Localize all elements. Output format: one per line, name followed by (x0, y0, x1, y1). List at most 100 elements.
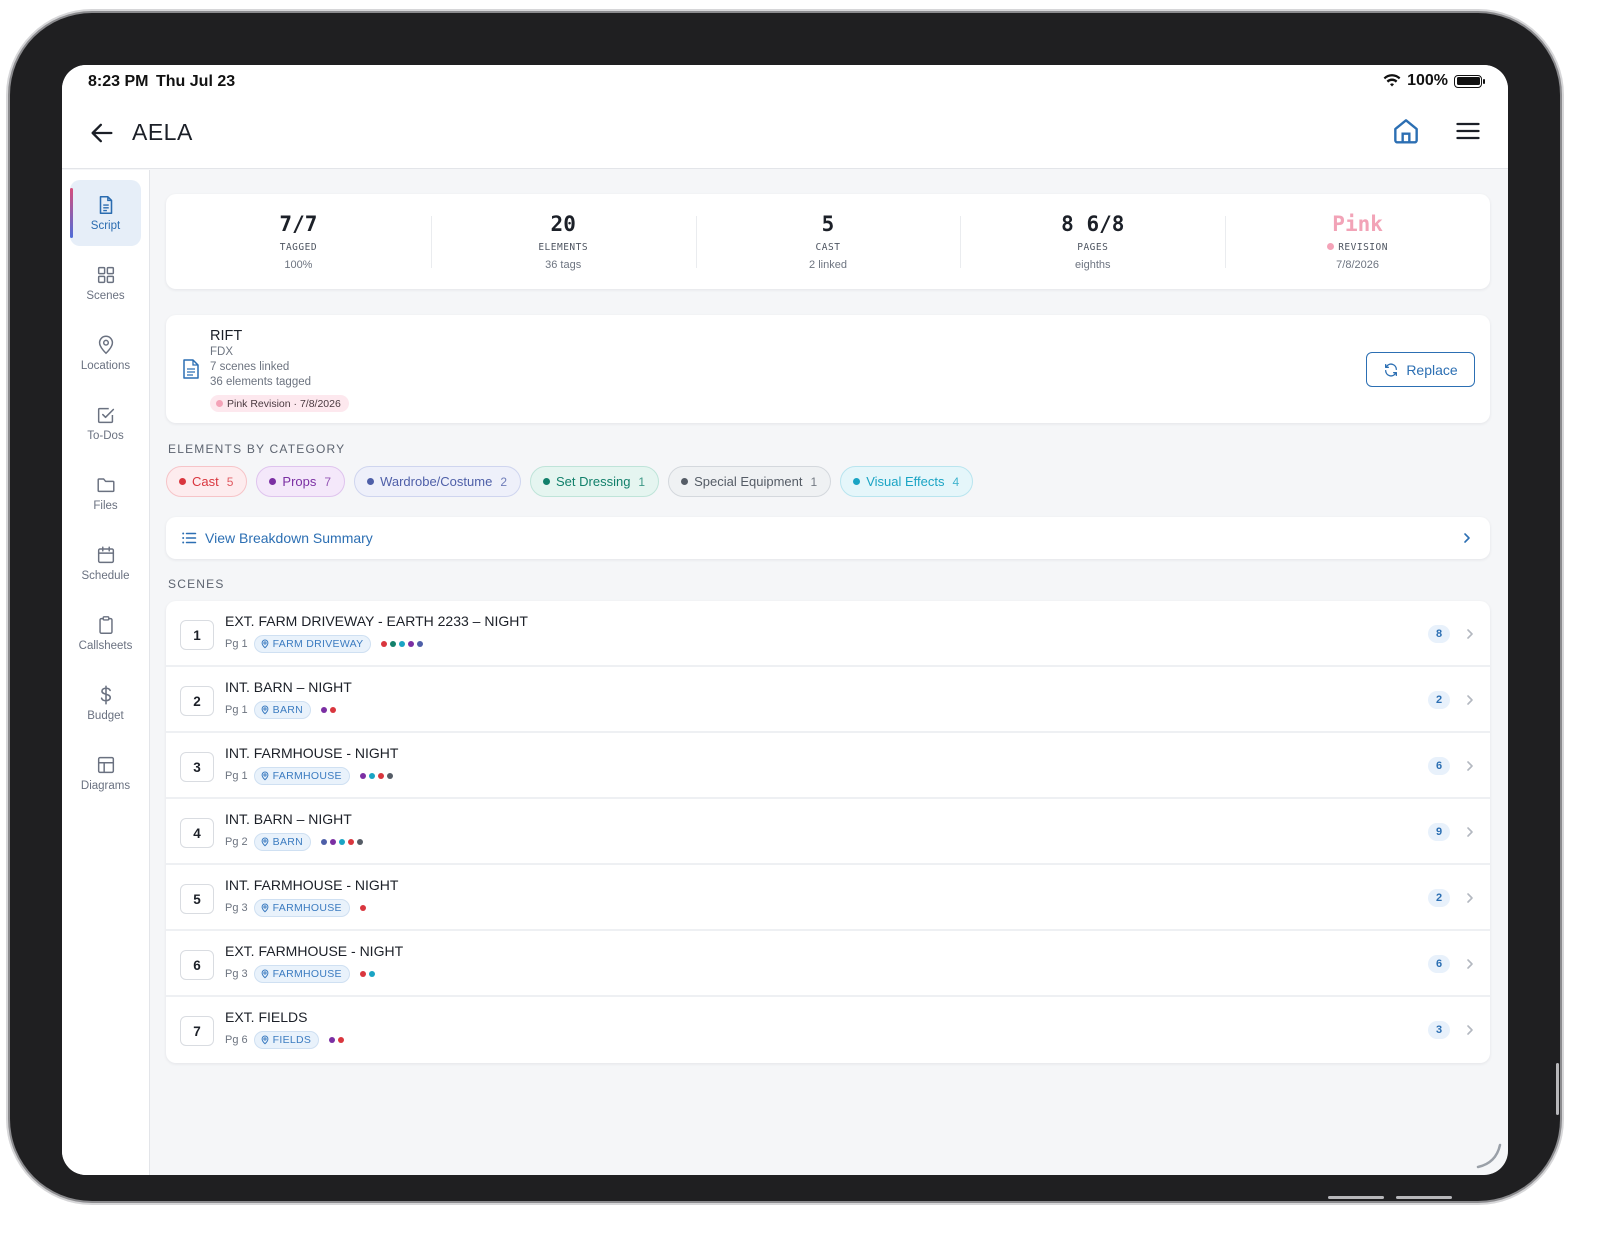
location-tag[interactable]: BARN (253, 701, 312, 719)
map-pin-icon (261, 1035, 269, 1045)
screen: 8:23 PM Thu Jul 23 100% AELA Script Scen… (62, 65, 1508, 1175)
location-name: FARMHOUSE (272, 902, 342, 914)
stat-sub: 2 linked (809, 259, 847, 271)
scene-row[interactable]: 6 EXT. FARMHOUSE - NIGHT Pg 3 FARMHOUSE 6 (166, 931, 1490, 997)
chevron-right-icon (1467, 827, 1473, 837)
element-dot (330, 707, 337, 713)
category-count: 1 (810, 474, 818, 489)
scene-row[interactable]: 5 INT. FARMHOUSE - NIGHT Pg 3 FARMHOUSE 2 (166, 865, 1490, 931)
replace-button[interactable]: Replace (1366, 352, 1475, 387)
scene-row[interactable]: 4 INT. BARN – NIGHT Pg 2 BARN 9 (166, 799, 1490, 865)
scene-page: Pg 6 (225, 1034, 248, 1046)
sidebar-item-todos[interactable]: To-Dos (70, 390, 141, 456)
category-chip-special-equipment[interactable]: Special Equipment 1 (668, 466, 832, 497)
back-arrow-icon[interactable] (88, 119, 116, 147)
location-tag[interactable]: FARMHOUSE (253, 965, 350, 983)
location-name: FARMHOUSE (272, 968, 342, 980)
home-icon[interactable] (1390, 115, 1422, 147)
wifi-icon (1383, 74, 1401, 87)
battery-icon (1454, 74, 1485, 88)
scene-row[interactable]: 1 EXT. FARM DRIVEWAY - EARTH 2233 – NIGHT… (166, 601, 1490, 667)
sidebar-item-schedule[interactable]: Schedule (70, 530, 141, 596)
category-chip-set-dressing[interactable]: Set Dressing 1 (530, 466, 660, 497)
sidebar-item-label: To-Dos (87, 430, 124, 442)
location-tag[interactable]: BARN (253, 833, 312, 851)
script-format: FDX (210, 346, 233, 358)
scene-page: Pg 2 (225, 836, 248, 848)
elements-section-label: ELEMENTS BY CATEGORY (168, 442, 346, 456)
map-pin-icon (261, 771, 269, 781)
category-count: 2 (500, 474, 507, 489)
category-count: 1 (638, 474, 646, 489)
sidebar-item-files[interactable]: Files (70, 460, 141, 526)
scene-heading: EXT. FIELDS (225, 1009, 308, 1025)
stat-label: CAST (815, 242, 841, 253)
scene-heading: INT. BARN – NIGHT (225, 811, 352, 827)
element-count-badge: 2 (1428, 691, 1450, 709)
location-tag[interactable]: FIELDS (253, 1031, 320, 1049)
category-chip-props[interactable]: Props 7 (256, 466, 346, 497)
element-dot (417, 641, 424, 647)
sidebar-item-label: Diagrams (80, 780, 131, 792)
location-tag[interactable]: FARM DRIVEWAY (253, 635, 372, 653)
scene-meta: Pg 1 BARN (225, 701, 337, 719)
scene-meta: Pg 1 FARMHOUSE (225, 767, 393, 785)
scene-row[interactable]: 3 INT. FARMHOUSE - NIGHT Pg 1 FARMHOUSE 6 (166, 733, 1490, 799)
sidebar-item-locations[interactable]: Locations (70, 320, 141, 386)
scene-page: Pg 3 (225, 968, 248, 980)
element-count-badge: 9 (1428, 823, 1450, 841)
grid-icon (97, 266, 114, 284)
scene-row[interactable]: 7 EXT. FIELDS Pg 6 FIELDS 3 (166, 997, 1490, 1063)
category-chip-visual-effects[interactable]: Visual Effects 4 (840, 466, 974, 497)
dollar-icon (100, 685, 111, 705)
category-name: Visual Effects (866, 474, 945, 489)
sidebar-item-budget[interactable]: Budget (70, 670, 141, 736)
sidebar-item-label: Files (93, 500, 118, 512)
stat-label-wrap: REVISION (1225, 242, 1490, 253)
sidebar-item-label: Locations (80, 360, 131, 372)
status-time: 8:23 PM (88, 73, 149, 90)
scene-meta: Pg 3 FARMHOUSE (225, 965, 375, 983)
element-dot (348, 839, 355, 845)
clipboard-icon (98, 616, 113, 634)
sidebar-item-callsheets[interactable]: Callsheets (70, 600, 141, 666)
element-dot (359, 905, 366, 911)
stats-card: 7/7 TAGGED 100% 20 ELEMENTS 36 tags 5 CA… (166, 194, 1490, 289)
folder-icon (96, 478, 115, 493)
sidebar-item-diagrams[interactable]: Diagrams (70, 740, 141, 806)
view-breakdown-summary-button[interactable]: View Breakdown Summary (166, 517, 1490, 559)
map-pin-icon (261, 705, 269, 715)
revision-badge: Pink Revision · 7/8/2026 (210, 395, 349, 412)
element-dot (381, 641, 388, 647)
stat-sub: eighths (1075, 259, 1111, 271)
scene-page: Pg 3 (225, 902, 248, 914)
corner-resize-icon (1476, 1143, 1502, 1169)
chevron-right-icon (1467, 959, 1473, 969)
category-chip-wardrobe[interactable]: Wardrobe/Costume 2 (354, 466, 521, 497)
status-date: Thu Jul 23 (156, 73, 236, 90)
sidebar-item-label: Budget (87, 710, 124, 722)
location-tag[interactable]: FARMHOUSE (253, 899, 350, 917)
stat-label: PAGES (1077, 242, 1109, 253)
element-dot (321, 707, 328, 713)
script-elements-tagged: 36 elements tagged (210, 376, 312, 388)
map-pin-icon (261, 837, 269, 847)
hamburger-menu-icon[interactable] (1454, 117, 1482, 145)
element-dot (368, 971, 375, 977)
stat-pages: 8 6/8 PAGES eighths (960, 194, 1225, 289)
status-bar: 8:23 PM Thu Jul 23 100% (62, 65, 1508, 101)
category-chip-cast[interactable]: Cast 5 (166, 466, 248, 497)
list-icon (182, 532, 197, 544)
scene-row[interactable]: 2 INT. BARN – NIGHT Pg 1 BARN 2 (166, 667, 1490, 733)
stat-label: ELEMENTS (538, 242, 589, 253)
app-bar: AELA (62, 101, 1508, 169)
element-dots (359, 905, 366, 911)
sidebar-item-label: Callsheets (78, 640, 133, 652)
category-name: Wardrobe/Costume (380, 474, 493, 489)
sidebar-item-script[interactable]: Script (70, 180, 141, 246)
location-name: BARN (272, 836, 304, 848)
script-file-card: RIFT FDX 7 scenes linked 36 elements tag… (166, 315, 1490, 423)
sidebar-item-scenes[interactable]: Scenes (70, 250, 141, 316)
location-tag[interactable]: FARMHOUSE (253, 767, 350, 785)
scene-meta: Pg 2 BARN (225, 833, 364, 851)
